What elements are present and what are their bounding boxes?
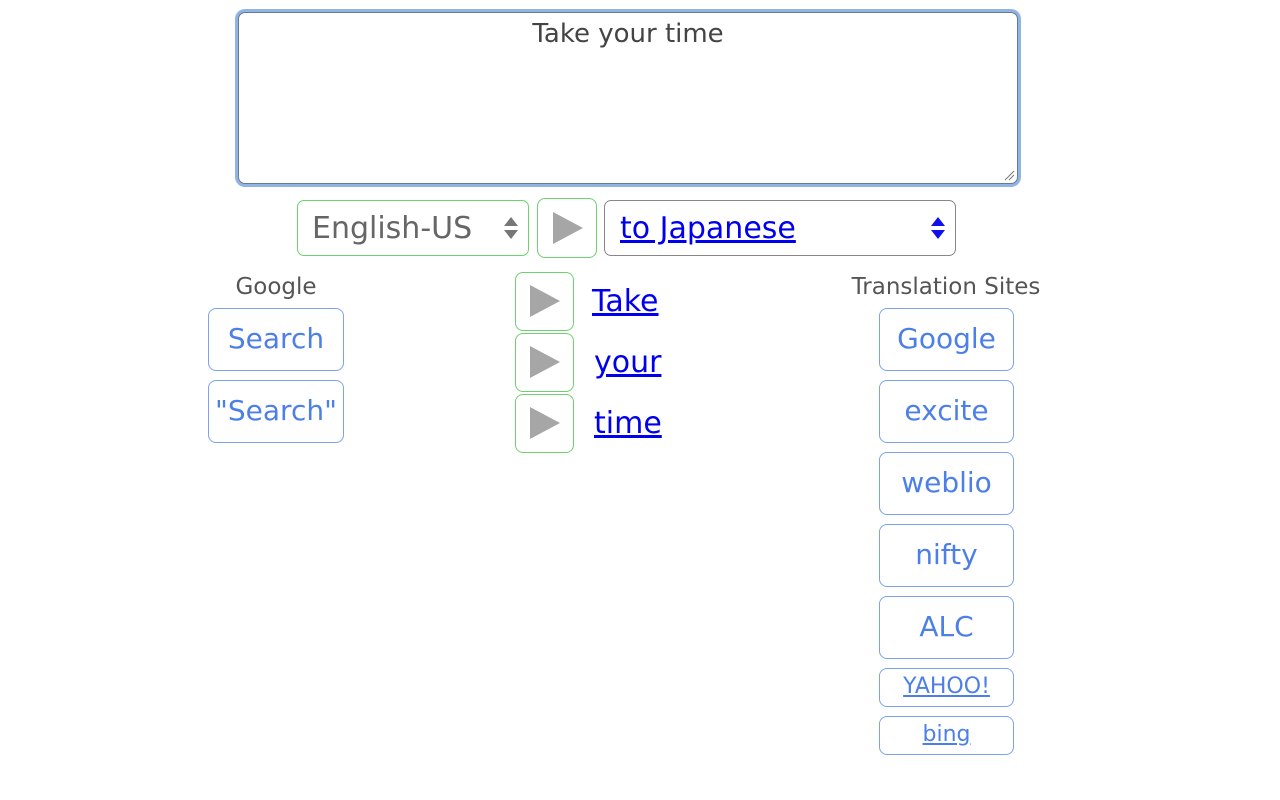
- play-icon: [530, 285, 560, 317]
- target-language-select[interactable]: to Japanese: [604, 200, 956, 256]
- speak-button[interactable]: [537, 198, 597, 258]
- site-weblio-button[interactable]: weblio: [879, 452, 1014, 515]
- text-input-value: Take your time: [532, 19, 724, 49]
- text-input[interactable]: Take your time: [238, 12, 1018, 184]
- google-exact-search-button[interactable]: "Search": [208, 380, 344, 443]
- site-alc-button[interactable]: ALC: [879, 596, 1014, 659]
- target-language-value: to Japanese: [620, 211, 796, 246]
- word-link[interactable]: Take: [592, 284, 659, 319]
- site-excite-button[interactable]: excite: [879, 380, 1014, 443]
- site-google-button[interactable]: Google: [879, 308, 1014, 371]
- word-play-button[interactable]: [515, 394, 574, 453]
- google-search-button[interactable]: Search: [208, 308, 344, 371]
- word-play-button[interactable]: [515, 333, 574, 392]
- select-arrows-icon: [931, 217, 945, 239]
- site-nifty-button[interactable]: nifty: [879, 524, 1014, 587]
- google-label: Google: [235, 274, 317, 300]
- play-icon: [530, 407, 560, 439]
- play-icon: [530, 346, 560, 378]
- resize-handle-icon[interactable]: [1003, 169, 1015, 181]
- word-link[interactable]: your: [594, 345, 661, 380]
- play-icon: [553, 212, 583, 244]
- source-language-select[interactable]: English-US: [297, 200, 529, 256]
- word-play-button[interactable]: [515, 272, 574, 331]
- word-link[interactable]: time: [594, 406, 662, 441]
- select-arrows-icon: [504, 217, 518, 239]
- translation-sites-label: Translation Sites: [851, 274, 1041, 300]
- source-language-value: English-US: [312, 211, 473, 246]
- site-yahoo-button[interactable]: YAHOO!: [879, 668, 1014, 707]
- site-bing-button[interactable]: bing: [879, 716, 1014, 755]
